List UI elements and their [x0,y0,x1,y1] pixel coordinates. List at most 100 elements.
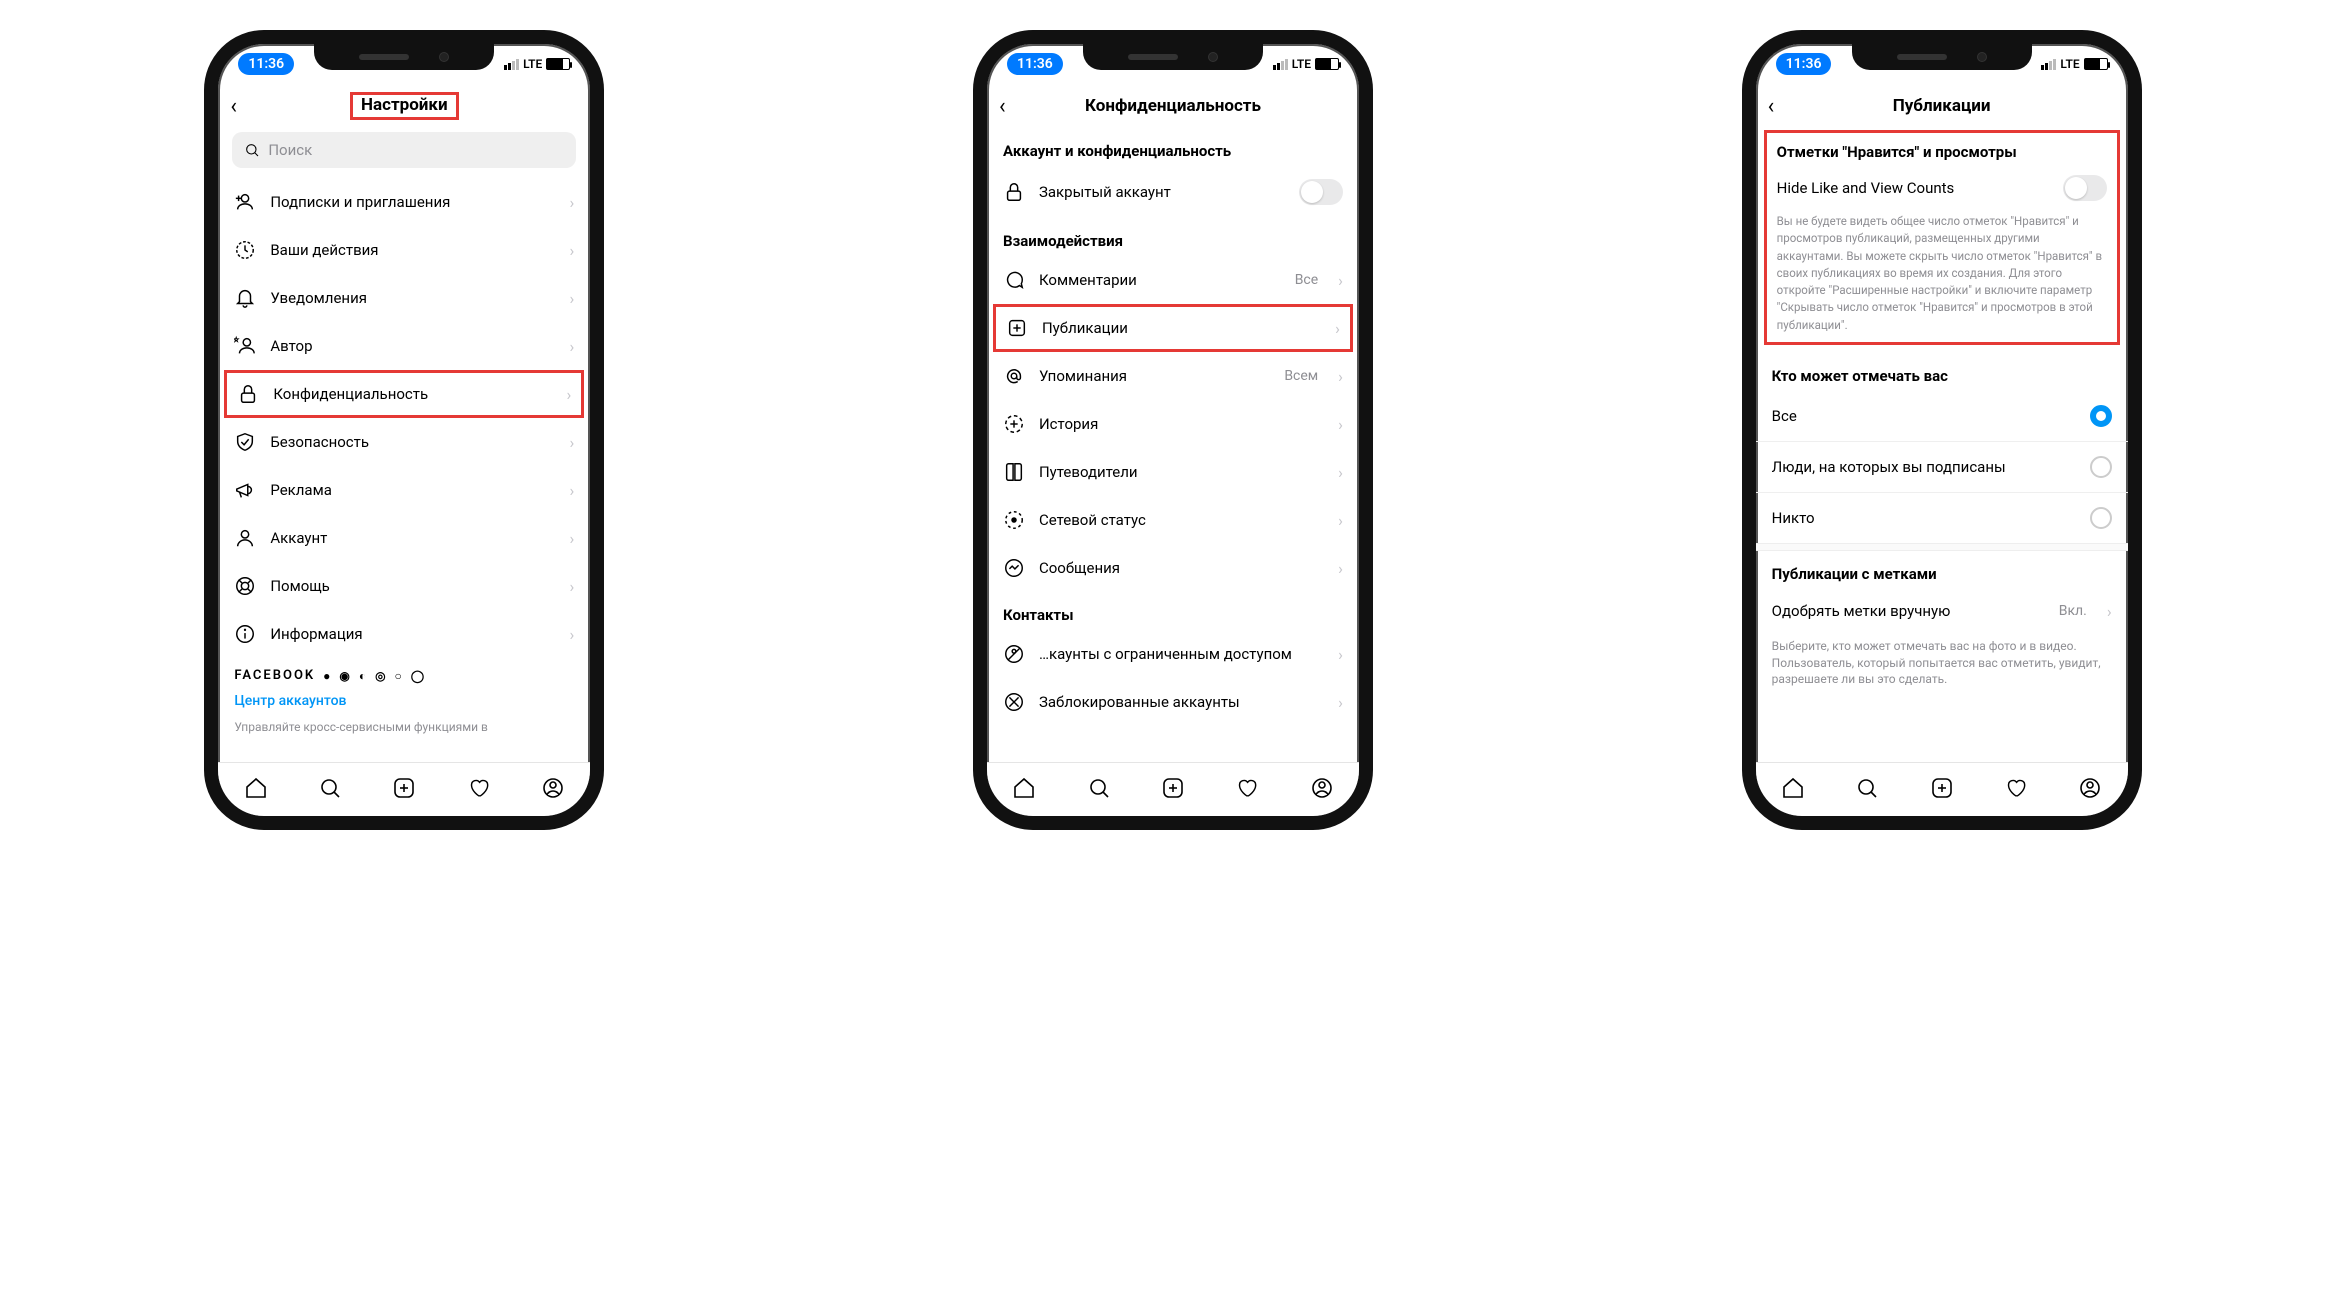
blocked-icon [1003,691,1025,713]
tab-profile[interactable] [2078,776,2102,804]
radio-everyone[interactable]: Все [1756,391,2128,441]
bell-icon [234,287,256,309]
accounts-center-link[interactable]: Центр аккаунтов [218,689,590,719]
tab-bar [987,762,1359,816]
phone-settings: 11:36 LTE ‹ Настройки Поиск Подписки и п… [204,30,604,830]
back-button[interactable]: ‹ [230,94,237,119]
radio-selected-icon [2090,405,2112,427]
radio-icon [2090,507,2112,529]
status-icon [1003,509,1025,531]
section-contacts: Контакты [987,592,1359,630]
tab-activity[interactable] [2004,776,2028,804]
tab-create[interactable] [1930,776,1954,804]
tab-profile[interactable] [1310,776,1334,804]
search-input[interactable]: Поиск [232,132,576,168]
plus-square-icon [1006,317,1028,339]
tab-activity[interactable] [467,776,491,804]
radio-noone[interactable]: Никто [1756,493,2128,543]
row-info[interactable]: Информация › [218,610,590,658]
battery-icon [2084,58,2108,70]
approve-desc: Выберите, кто может отмечать вас на фото… [1756,634,2128,688]
row-activity-status[interactable]: Сетевой статус › [987,496,1359,544]
back-button[interactable]: ‹ [999,94,1006,119]
hide-counts-desc: Вы не будете видеть общее число отметок … [1775,207,2109,336]
tab-home[interactable] [1012,776,1036,804]
facebook-brand: FACEBOOK ● ◉ ◐ ◎ ○ ◯ [218,658,590,689]
tab-search[interactable] [1087,776,1111,804]
phone-privacy: 11:36 LTE ‹ Конфиденциальность Аккаунт и… [973,30,1373,830]
chevron-right-icon: › [570,193,575,212]
row-mentions[interactable]: Упоминания Всем › [987,352,1359,400]
signal-icon [504,59,519,70]
notch [1083,44,1263,70]
story-icon [1003,413,1025,435]
messenger-icon [1003,557,1025,579]
network-label: LTE [523,57,542,71]
row-activity[interactable]: Ваши действия › [218,226,590,274]
add-user-icon [234,191,256,213]
toggle-hide-counts[interactable] [2063,175,2107,201]
signal-icon [1273,59,1288,70]
hide-counts-label: Hide Like and View Counts [1777,179,1955,197]
search-icon [244,142,260,158]
lock-icon [1003,181,1025,203]
page-title: Конфиденциальность [1085,96,1261,116]
row-ads[interactable]: Реклама › [218,466,590,514]
info-icon [234,623,256,645]
status-time: 11:36 [1776,53,1832,75]
tab-search[interactable] [318,776,342,804]
tab-create[interactable] [1161,776,1185,804]
lifebuoy-icon [234,575,256,597]
row-story[interactable]: История › [987,400,1359,448]
row-comments[interactable]: Комментарии Все › [987,256,1359,304]
row-blocked[interactable]: Заблокированные аккаунты › [987,678,1359,726]
user-icon [234,527,256,549]
signal-icon [2041,59,2056,70]
network-label: LTE [1292,57,1311,71]
row-privacy[interactable]: Конфиденциальность › [224,370,584,418]
row-guides[interactable]: Путеводители › [987,448,1359,496]
notch [314,44,494,70]
row-help[interactable]: Помощь › [218,562,590,610]
back-button[interactable]: ‹ [1768,94,1775,119]
shield-icon [234,431,256,453]
tab-profile[interactable] [541,776,565,804]
row-subscriptions[interactable]: Подписки и приглашения › [218,178,590,226]
tab-bar [1756,762,2128,816]
tab-search[interactable] [1855,776,1879,804]
book-icon [1003,461,1025,483]
section-interactions: Взаимодействия [987,218,1359,256]
row-private-account[interactable]: Закрытый аккаунт [987,166,1359,218]
section-likes-views: Отметки "Нравится" и просмотры [1775,139,2109,169]
battery-icon [1315,58,1339,70]
footer-text: Управляйте кросс-сервисными функциями в [218,719,590,736]
search-placeholder: Поиск [268,141,312,159]
row-posts[interactable]: Публикации › [993,304,1353,352]
status-time: 11:36 [238,53,294,75]
row-security[interactable]: Безопасность › [218,418,590,466]
battery-icon [546,58,570,70]
row-notifications[interactable]: Уведомления › [218,274,590,322]
network-label: LTE [2060,57,2079,71]
row-restricted[interactable]: …каунты с ограниченным доступом › [987,630,1359,678]
clock-icon [234,239,256,261]
tab-home[interactable] [1781,776,1805,804]
phone-posts: 11:36 LTE ‹ Публикации Отметки "Нравится… [1742,30,2142,830]
page-title: Настройки [350,92,459,120]
nav-header: ‹ Настройки [218,84,590,128]
tab-activity[interactable] [1235,776,1259,804]
radio-icon [2090,456,2112,478]
nav-header: ‹ Публикации [1756,84,2128,128]
row-account[interactable]: Аккаунт › [218,514,590,562]
row-creator[interactable]: Автор › [218,322,590,370]
radio-following[interactable]: Люди, на которых вы подписаны [1756,442,2128,492]
tab-home[interactable] [244,776,268,804]
toggle-private[interactable] [1299,179,1343,205]
meta-product-icons: ● ◉ ◐ ◎ ○ ◯ [323,669,427,683]
likes-views-block: Отметки "Нравится" и просмотры Hide Like… [1764,130,2120,345]
tab-create[interactable] [392,776,416,804]
section-who-can-tag: Кто может отмечать вас [1756,353,2128,391]
status-time: 11:36 [1007,53,1063,75]
row-approve-tags[interactable]: Одобрять метки вручную Вкл. › [1756,589,2128,634]
row-messages[interactable]: Сообщения › [987,544,1359,592]
